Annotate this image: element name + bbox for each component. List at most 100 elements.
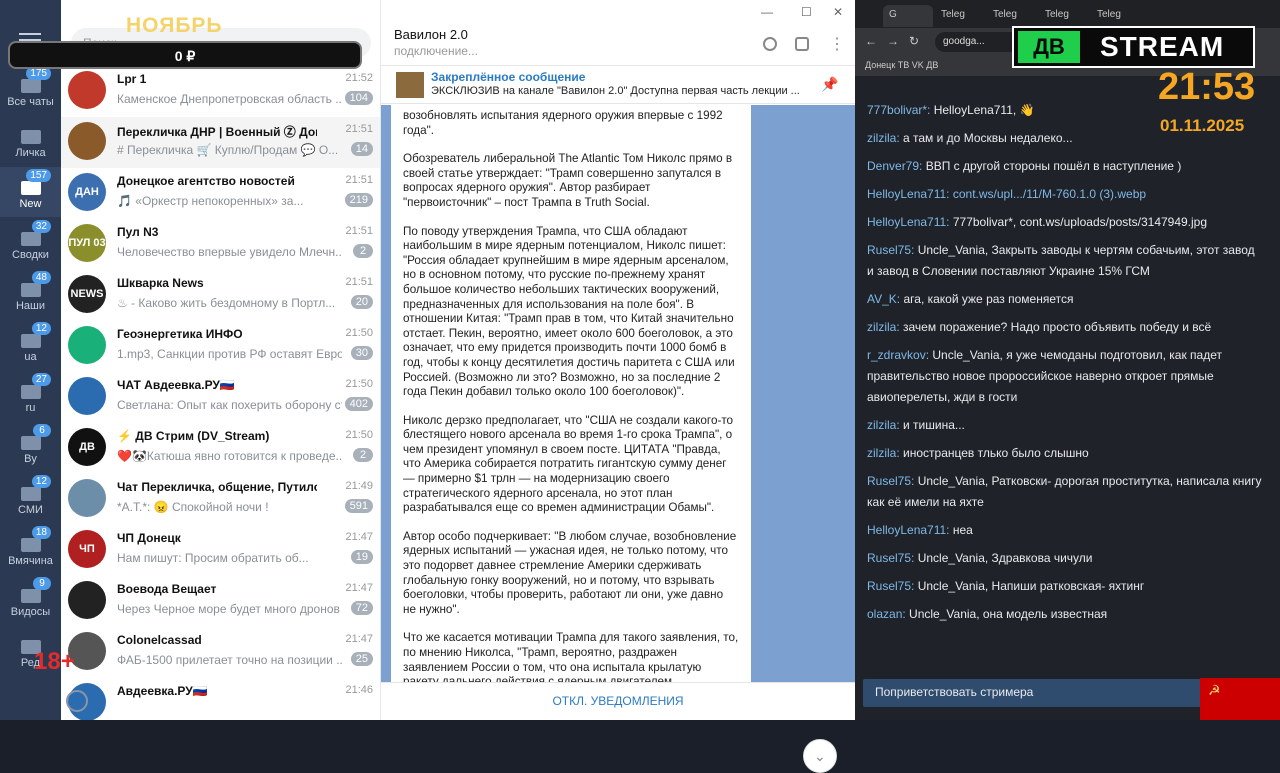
chat-item[interactable]: Авдеевка.РУ🇷🇺 21:46 xyxy=(61,678,380,720)
chat-preview: ♨ - Каково жить бездомному в Портл... xyxy=(117,296,336,310)
mute-button[interactable]: ОТКЛ. УВЕДОМЛЕНИЯ xyxy=(381,682,855,720)
pinned-title: Закреплённое сообщение xyxy=(431,70,586,84)
chat-item[interactable]: ПУЛ 03 Пул N3 21:51 Человечество впервые ув… xyxy=(61,219,380,270)
close-icon[interactable]: ✕ xyxy=(833,5,843,19)
folder-6[interactable]: ru 27 xyxy=(0,371,61,421)
folder-5[interactable]: ua 12 xyxy=(0,320,61,370)
chat-item[interactable]: ДВ ⚡ ДВ Стрим (DV_Stream) 21:50 ❤️🐼Катюша я… xyxy=(61,423,380,474)
folder-3[interactable]: Сводки 32 xyxy=(0,218,61,268)
chat-username[interactable]: HelloyLena711: xyxy=(867,523,950,537)
folder-1[interactable]: Личка xyxy=(0,116,61,166)
unread-badge: 2 xyxy=(353,448,373,462)
chat-username[interactable]: Rusel75: xyxy=(867,579,914,593)
chat-text: ага, какой уже раз поменяется xyxy=(903,292,1074,306)
avatar: NEWS xyxy=(68,275,106,313)
folder-10[interactable]: Видосы 9 xyxy=(0,575,61,625)
chat-username[interactable]: Rusel75: xyxy=(867,551,914,565)
chat-username[interactable]: HelloyLena711: xyxy=(867,187,950,201)
chat-time: 21:51 xyxy=(345,174,373,186)
chat-username[interactable]: HelloyLena711: xyxy=(867,215,950,229)
chat-item[interactable]: Воевода Вещает 21:47 Через Черное море буд… xyxy=(61,576,380,627)
avatar xyxy=(68,479,106,517)
unread-badge: 104 xyxy=(344,91,373,105)
logo-db: ДВ xyxy=(1018,31,1080,63)
stream-logo: ДВ STREAM xyxy=(1012,26,1255,68)
scroll-down-button[interactable]: ⌄ xyxy=(803,739,837,773)
folder-9[interactable]: Вмячина 18 xyxy=(0,524,61,574)
chat-username[interactable]: AV_K: xyxy=(867,292,900,306)
avatar xyxy=(68,71,106,109)
folder-badge: 32 xyxy=(31,220,51,233)
chat-username[interactable]: 777bolivar*: xyxy=(867,103,930,117)
message-paragraph: Обозреватель либеральной The Atlantic То… xyxy=(403,152,733,209)
clock-icon[interactable] xyxy=(66,690,88,712)
folder-label: New xyxy=(19,198,42,210)
browser-tab[interactable]: Teleg xyxy=(1039,5,1089,27)
back-icon[interactable]: ← xyxy=(865,34,877,48)
folder-0[interactable]: Все чаты 175 xyxy=(0,65,61,115)
unread-badge: 19 xyxy=(350,550,373,564)
folder-7[interactable]: By 6 xyxy=(0,422,61,472)
chat-item[interactable]: Colonelcassad 21:47 ФАБ-1500 прилетает точ… xyxy=(61,627,380,678)
folder-8[interactable]: СМИ 12 xyxy=(0,473,61,523)
chat-preview: # Перекличка 🛒 Куплю/Продам 💬 О... xyxy=(117,143,339,157)
browser-tab[interactable]: Teleg xyxy=(1091,5,1141,27)
message-area: возобновлять испытания ядерного оружия в… xyxy=(381,105,855,773)
chat-time: 21:50 xyxy=(345,327,373,339)
reload-icon[interactable]: ↻ xyxy=(909,34,919,48)
pin-icon[interactable]: 📌 xyxy=(821,76,838,93)
chat-title: Шкварка News xyxy=(117,276,204,290)
search-icon[interactable] xyxy=(763,37,777,51)
chat-item[interactable]: ЧАТ Авдеевка.РУ🇷🇺 21:50 Светлана: Опыт как… xyxy=(61,372,380,423)
message-paragraph: возобновлять испытания ядерного оружия в… xyxy=(403,109,723,137)
folder-4[interactable]: Наши 48 xyxy=(0,269,61,319)
chat-preview: ФАБ-1500 прилетает точно на позиции ... xyxy=(117,653,342,667)
sidebar-toggle-icon[interactable] xyxy=(795,37,809,51)
browser-tab[interactable]: G xyxy=(883,5,933,27)
overlay-date: 01.11.2025 xyxy=(1160,116,1245,135)
chat-preview: Каменское Днепропетровская область ... xyxy=(117,92,342,106)
more-icon[interactable]: ⋮ xyxy=(829,34,845,54)
chat-item[interactable]: Чат Перекличка, общение, Путиловк... 21:4… xyxy=(61,474,380,525)
chat-username[interactable]: Rusel75: xyxy=(867,474,914,488)
message-paragraph: Автор особо подчеркивает: "В любом случа… xyxy=(403,529,737,616)
unread-badge: 25 xyxy=(350,652,373,666)
chat-item[interactable]: ДАН Донецкое агентство новостей 21:51 🎵 «Ор… xyxy=(61,168,380,219)
channel-status: подключение... xyxy=(394,44,478,58)
chat-username[interactable]: zilzila: xyxy=(867,418,900,432)
chat-item[interactable]: Геоэнергетика ИНФО 21:50 1.mp3, Санкции пр… xyxy=(61,321,380,372)
chat-username[interactable]: Denver79: xyxy=(867,159,922,173)
channel-title[interactable]: Вавилон 2.0 xyxy=(394,27,468,42)
chat-time: 21:47 xyxy=(345,531,373,543)
chat-item[interactable]: NEWS Шкварка News 21:51 ♨ - Каково жить без… xyxy=(61,270,380,321)
chat-username[interactable]: r_zdravkov: xyxy=(867,348,929,362)
chat-title: Воевода Вещает xyxy=(117,582,217,596)
chat-item[interactable]: Lpr 1 21:52 Каменское Днепропетровская обл… xyxy=(61,66,380,117)
maximize-icon[interactable]: ☐ xyxy=(801,5,812,19)
folder-label: Вмячина xyxy=(8,555,53,567)
browser-tab[interactable]: Teleg xyxy=(935,5,985,27)
unread-badge: 30 xyxy=(350,346,373,360)
folder-badge: 12 xyxy=(31,322,51,335)
minimize-icon[interactable]: — xyxy=(761,5,773,19)
chat-username[interactable]: olazan: xyxy=(867,607,906,621)
chat-username[interactable]: zilzila: xyxy=(867,446,900,460)
folder-icon xyxy=(20,538,41,552)
chat-username[interactable]: zilzila: xyxy=(867,320,900,334)
chat-username[interactable]: Rusel75: xyxy=(867,243,914,257)
chat-time: 21:52 xyxy=(345,72,373,84)
folder-badge: 27 xyxy=(31,373,51,386)
chat-item[interactable]: ЧП ЧП Донецк 21:47 Нам пишут: Просим обрати… xyxy=(61,525,380,576)
chat-preview: Светлана: Опыт как похерить оборону ст..… xyxy=(117,398,342,412)
folder-icon xyxy=(20,79,41,93)
chat-item[interactable]: Перекличка ДНР | Военный Ⓩ Доне... 21:51 #… xyxy=(61,117,380,168)
chat-title: Авдеевка.РУ🇷🇺 xyxy=(117,684,208,698)
forward-icon[interactable]: → xyxy=(887,34,899,48)
chat-message: HelloyLena711: неа xyxy=(867,520,1262,541)
pinned-message[interactable]: Закреплённое сообщение ЭКСКЛЮЗИВ на кана… xyxy=(381,66,855,104)
message-paragraph: Что же касается мотивации Трампа для так… xyxy=(403,631,739,682)
folder-2[interactable]: New 157 xyxy=(0,167,61,217)
chat-username[interactable]: zilzila: xyxy=(867,131,900,145)
browser-tab[interactable]: Teleg xyxy=(987,5,1037,27)
chat-title: ⚡ ДВ Стрим (DV_Stream) xyxy=(117,429,270,443)
